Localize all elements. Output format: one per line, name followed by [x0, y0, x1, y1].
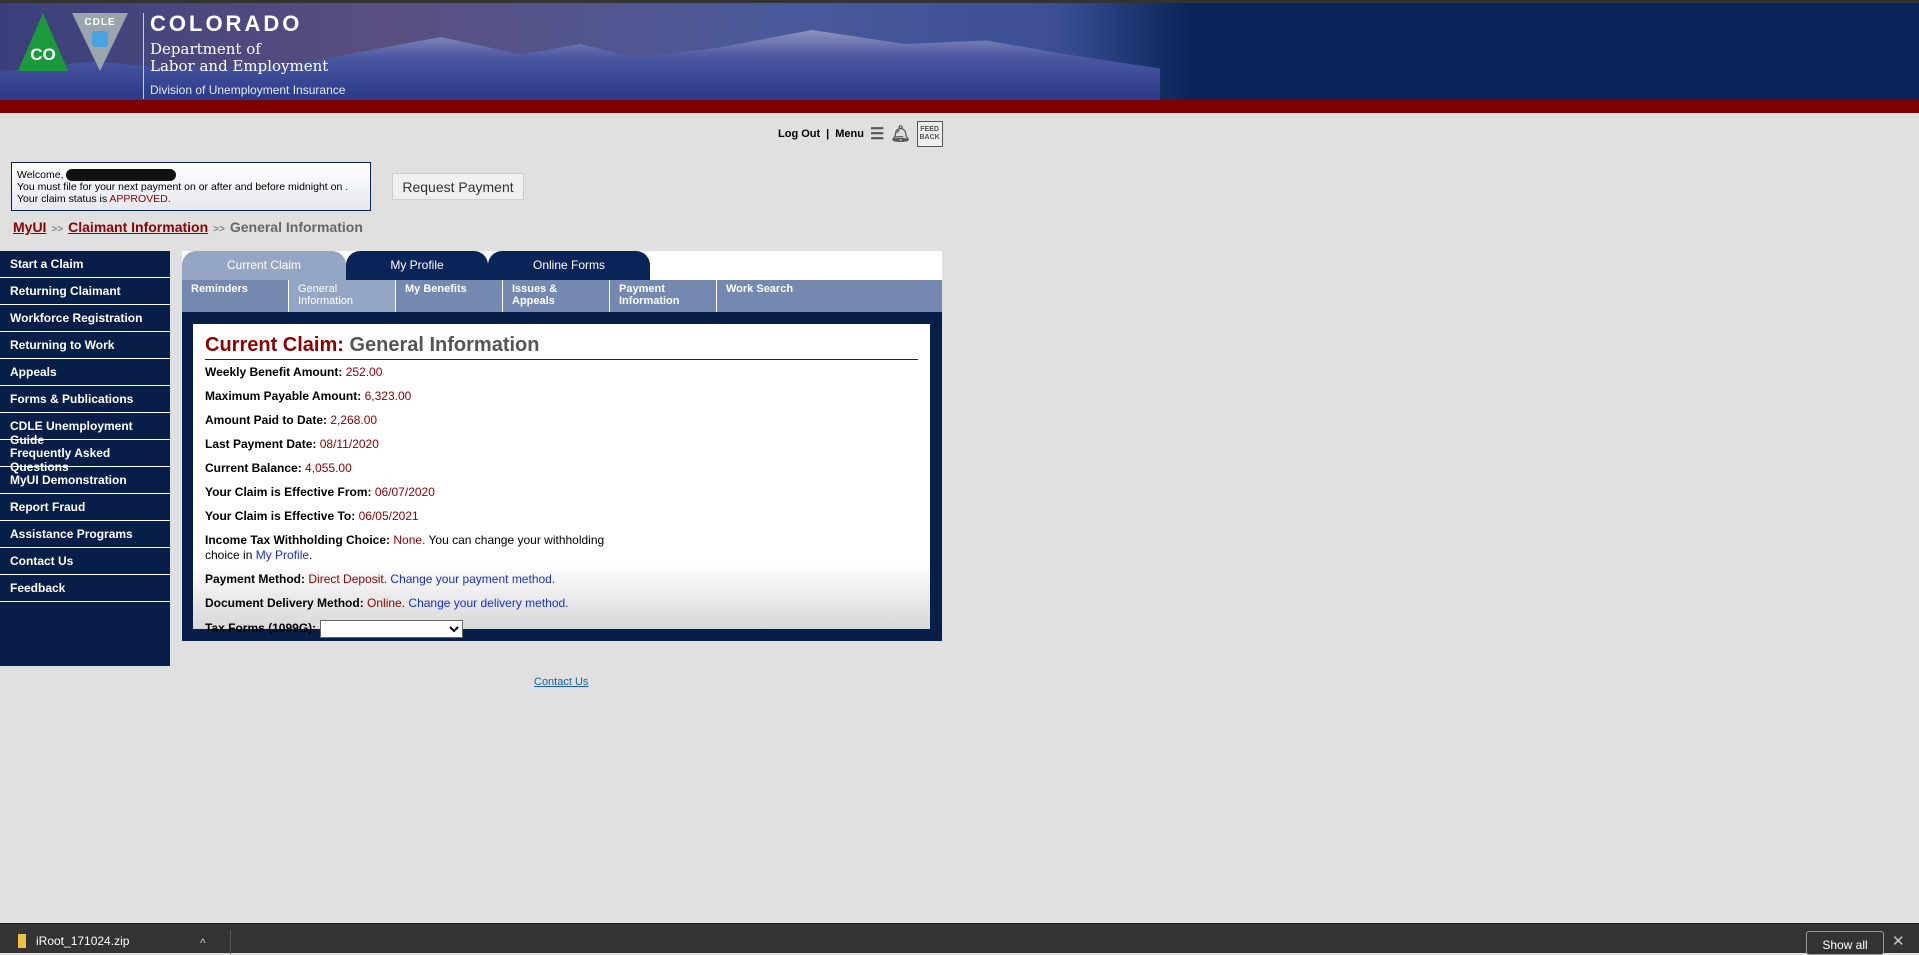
- sidebar-item-assistance-programs[interactable]: Assistance Programs: [0, 521, 170, 548]
- redacted-name: [66, 169, 177, 182]
- breadcrumb: MyUI >> Claimant Information >> General Info…: [13, 219, 363, 235]
- zip-file-icon: [18, 934, 26, 948]
- tax-forms-select[interactable]: [319, 620, 463, 638]
- division-title: Division of Unemployment Insurance: [150, 83, 346, 97]
- sidebar-item-returning-to-work[interactable]: Returning to Work: [0, 332, 170, 359]
- status-suffix: .: [167, 193, 171, 206]
- subtab-reminders[interactable]: Reminders: [182, 280, 289, 312]
- menu-link[interactable]: Menu: [835, 128, 864, 140]
- welcome-greeting: Welcome,: [17, 169, 64, 181]
- change-delivery-method-link[interactable]: Change your delivery method.: [408, 596, 568, 610]
- general-information-content: Current Claim: General Information Weekl…: [193, 324, 930, 638]
- header-red-band: [0, 100, 1919, 113]
- sidebar-item-forms-publications[interactable]: Forms & Publications: [0, 386, 170, 413]
- list-menu-icon[interactable]: ☰: [870, 124, 884, 144]
- sidebar-item-workforce-registration[interactable]: Workforce Registration: [0, 305, 170, 332]
- change-payment-method-link[interactable]: Change your payment method.: [390, 572, 555, 586]
- subtab-my-benefits[interactable]: My Benefits: [396, 280, 503, 312]
- site-header: CO CDLE COLORADO Department of Labor and …: [0, 3, 1919, 100]
- my-profile-link[interactable]: My Profile: [256, 548, 309, 562]
- amount-paid-row: Amount Paid to Date: 2,268.00: [205, 413, 378, 427]
- subtab-work-search[interactable]: Work Search: [717, 280, 942, 312]
- logout-link[interactable]: Log Out: [778, 128, 820, 140]
- payment-method-row: Payment Method: Direct Deposit. Change y…: [205, 572, 556, 586]
- tab-bar: Current Claim My Profile Online Forms: [182, 251, 942, 280]
- effective-from-row: Your Claim is Effective From: 06/07/2020: [205, 485, 435, 499]
- tax-forms-row: Tax Forms (1099G):: [205, 620, 625, 638]
- sidebar-item-report-fraud[interactable]: Report Fraud: [0, 494, 170, 521]
- co-logo-icon: CO: [18, 13, 68, 71]
- cdle-logo[interactable]: CO CDLE: [18, 13, 128, 71]
- download-bar: iRoot_171024.zip ^ Show all ✕: [0, 923, 1919, 955]
- request-payment-button[interactable]: Request Payment: [392, 173, 524, 200]
- breadcrumb-current: General Information: [229, 219, 363, 235]
- show-all-button[interactable]: Show all: [1806, 931, 1884, 955]
- logo-co-text: CO: [30, 45, 56, 64]
- tab-current-claim[interactable]: Current Claim: [182, 251, 346, 280]
- utility-nav: Log Out | Menu ☰ 🔔︎ FEED BACK: [778, 121, 943, 147]
- sidebar-item-contact-us[interactable]: Contact Us: [0, 548, 170, 575]
- current-balance-row: Current Balance: 4,055.00: [205, 461, 352, 475]
- status-label: Your claim status is: [17, 193, 110, 206]
- separator: |: [826, 128, 830, 140]
- breadcrumb-sep: >>: [213, 224, 225, 235]
- sub-navigation: Reminders General Information My Benefit…: [182, 280, 942, 312]
- delivery-method-row: Document Delivery Method: Online. Change…: [205, 596, 569, 610]
- breadcrumb-sep: >>: [51, 224, 64, 235]
- maximum-payable-row: Maximum Payable Amount: 6,323.00: [205, 389, 412, 403]
- tab-online-forms[interactable]: Online Forms: [488, 251, 650, 280]
- sidebar-item-returning-claimant[interactable]: Returning Claimant: [0, 278, 170, 305]
- download-item[interactable]: iRoot_171024.zip: [18, 934, 129, 948]
- main-panel: Current Claim My Profile Online Forms Re…: [182, 251, 942, 641]
- effective-to-row: Your Claim is Effective To: 06/05/2021: [205, 509, 419, 523]
- download-filename: iRoot_171024.zip: [36, 934, 130, 948]
- logo-cdle-text: CDLE: [84, 17, 116, 28]
- chevron-up-icon[interactable]: ^: [200, 936, 206, 950]
- sidebar-item-start-claim[interactable]: Start a Claim: [0, 251, 170, 278]
- sidebar: Start a Claim Returning Claimant Workfor…: [0, 251, 170, 666]
- breadcrumb-claimant-information[interactable]: Claimant Information: [68, 219, 208, 235]
- header-divider: [143, 13, 144, 99]
- state-title: COLORADO: [150, 11, 303, 36]
- subtab-payment-information[interactable]: Payment Information: [610, 280, 717, 312]
- footer-contact-us-link[interactable]: Contact Us: [534, 676, 588, 688]
- tax-withholding-row: Income Tax Withholding Choice: None. You…: [205, 533, 605, 562]
- welcome-box: Welcome, You must file for your next pay…: [11, 162, 371, 211]
- filing-notice: You must file for your next payment on o…: [17, 181, 349, 194]
- department-title: Department of Labor and Employment: [150, 40, 329, 75]
- close-icon[interactable]: ✕: [1892, 932, 1905, 950]
- weekly-benefit-row: Weekly Benefit Amount: 252.00: [205, 365, 383, 379]
- subtab-general-information[interactable]: General Information: [289, 280, 396, 312]
- download-divider: [230, 930, 231, 954]
- sidebar-item-appeals[interactable]: Appeals: [0, 359, 170, 386]
- cdle-shield-icon: CDLE: [72, 13, 128, 71]
- page-title: Current Claim: General Information: [205, 334, 918, 360]
- claim-status: APPROVED: [109, 193, 168, 206]
- breadcrumb-myui[interactable]: MyUI: [13, 219, 46, 235]
- last-payment-date-row: Last Payment Date: 08/11/2020: [205, 437, 379, 451]
- sidebar-item-feedback[interactable]: Feedback: [0, 575, 170, 602]
- tab-my-profile[interactable]: My Profile: [346, 251, 488, 280]
- sidebar-item-unemployment-guide[interactable]: CDLE Unemployment Guide: [0, 413, 170, 447]
- feedback-icon[interactable]: FEED BACK: [916, 121, 943, 147]
- bell-icon[interactable]: 🔔︎: [890, 124, 910, 144]
- subtab-issues-appeals[interactable]: Issues & Appeals: [503, 280, 610, 312]
